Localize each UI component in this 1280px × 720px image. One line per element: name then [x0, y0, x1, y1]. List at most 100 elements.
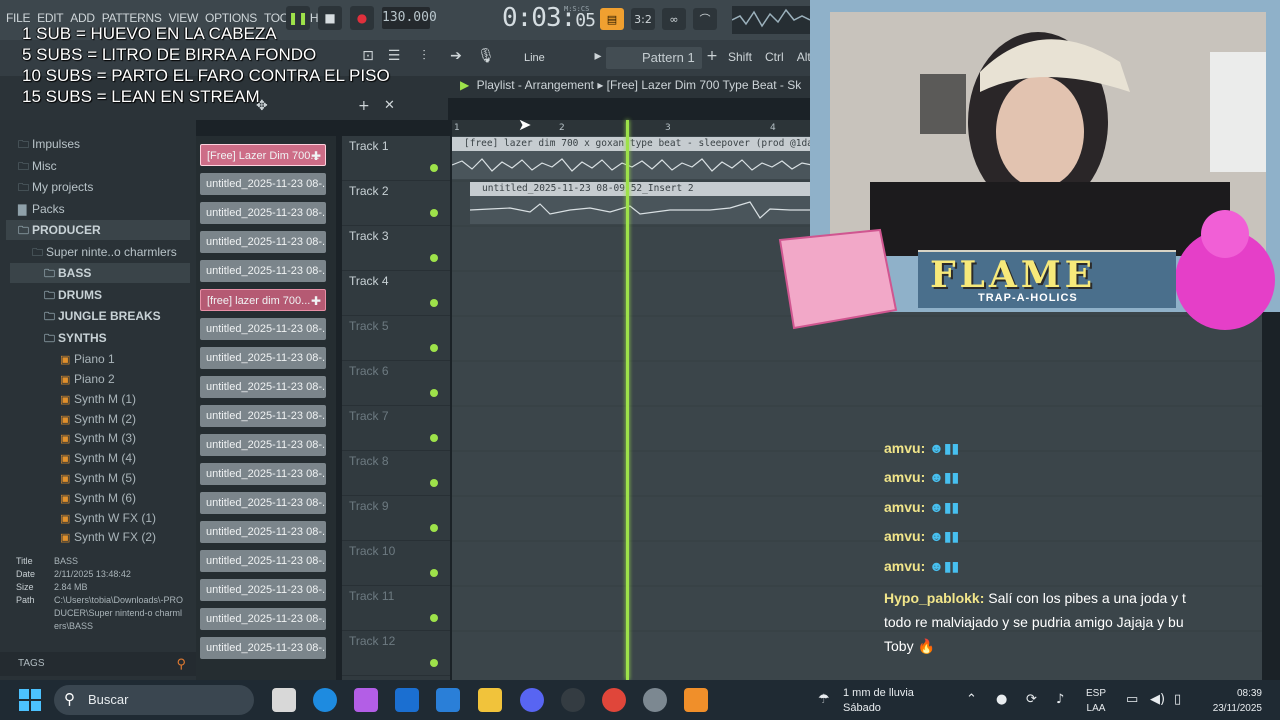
- settings-icon[interactable]: [643, 688, 667, 712]
- track-mute-led[interactable]: [430, 569, 438, 577]
- browser-item-impulses[interactable]: 🗀 Impulses: [18, 134, 208, 154]
- sync-icon[interactable]: ⟳: [1026, 692, 1037, 707]
- browser-item-producer[interactable]: 🗀 PRODUCER: [6, 220, 190, 240]
- track-mute-led[interactable]: [430, 389, 438, 397]
- arrow-right-icon[interactable]: ➔: [446, 48, 466, 68]
- clock-time: 08:39: [1236, 688, 1262, 699]
- picker-clip[interactable]: untitled_2025-11-23 08-...: [200, 405, 326, 427]
- weather-widget[interactable]: 1 mm de lluvia Sábado: [843, 686, 914, 716]
- track-header[interactable]: Track 5: [342, 316, 450, 361]
- tray-app-icon[interactable]: ●: [996, 692, 1007, 707]
- language-indicator[interactable]: ESP LAA: [1086, 686, 1106, 716]
- shift-key[interactable]: Shift: [728, 50, 752, 64]
- picker-clip[interactable]: untitled_2025-11-23 08-...: [200, 608, 326, 630]
- timeline-ruler[interactable]: 1 2 3 4: [452, 120, 812, 136]
- track-header[interactable]: Track 7: [342, 406, 450, 451]
- network-icon[interactable]: ▭: [1126, 692, 1138, 707]
- battery-icon[interactable]: ▯: [1174, 692, 1181, 707]
- playhead[interactable]: [626, 120, 629, 680]
- outlook-icon[interactable]: [395, 688, 419, 712]
- picker-clip[interactable]: untitled_2025-11-23 08-...: [200, 463, 326, 485]
- browser-item-misc[interactable]: 🗀 Misc: [18, 156, 208, 176]
- chevron-up-icon[interactable]: ⌃: [966, 692, 977, 707]
- picker-clip[interactable]: untitled_2025-11-23 08-...: [200, 318, 326, 340]
- browser-item-super-nintendo[interactable]: 🗀 Super ninte..o charmlers: [32, 242, 222, 262]
- track-mute-led[interactable]: [430, 299, 438, 307]
- picker-clip[interactable]: untitled_2025-11-23 08-...: [200, 202, 326, 224]
- weather-icon[interactable]: ☂: [818, 692, 830, 707]
- audio-clip[interactable]: [free] lazer dim 700 x goxan type beat -…: [452, 137, 812, 179]
- picker-clip[interactable]: [Free] Lazer Dim 700... ✚: [200, 144, 326, 166]
- track-header[interactable]: Track 1: [342, 136, 450, 181]
- copilot-icon[interactable]: [354, 688, 378, 712]
- browser-item-packs[interactable]: ▇ Packs: [18, 199, 208, 219]
- picker-clip[interactable]: untitled_2025-11-23 08-...: [200, 637, 326, 659]
- loop-record-icon[interactable]: ∞: [662, 8, 686, 30]
- windows-start-icon[interactable]: [18, 688, 42, 712]
- picker-clip[interactable]: untitled_2025-11-23 08-...: [200, 260, 326, 282]
- track-mute-led[interactable]: [430, 479, 438, 487]
- picker-clip[interactable]: untitled_2025-11-23 08-...: [200, 434, 326, 456]
- playlist-title: ▶ Playlist - Arrangement ▸ [Free] Lazer …: [460, 78, 810, 92]
- microphone-icon[interactable]: 🎙: [476, 48, 496, 68]
- track-mute-led[interactable]: [430, 209, 438, 217]
- picker-clip[interactable]: [free] lazer dim 700... ✚: [200, 289, 326, 311]
- track-mute-led[interactable]: [430, 254, 438, 262]
- playlist-breadcrumb[interactable]: [Free] Lazer Dim 700 Type Beat - Sk: [607, 78, 802, 92]
- snap-selector[interactable]: Line: [502, 48, 580, 68]
- audio-clip[interactable]: untitled_2025-11-23 08-09-52_Insert 2: [470, 182, 812, 224]
- track-mute-led[interactable]: [430, 614, 438, 622]
- obs-icon[interactable]: [561, 688, 585, 712]
- microphone-icon[interactable]: ♪: [1056, 692, 1064, 707]
- picker-clip[interactable]: untitled_2025-11-23 08-...: [200, 376, 326, 398]
- track-header[interactable]: Track 12: [342, 631, 450, 676]
- taskbar-clock[interactable]: 08:39 23/11/2025: [1200, 686, 1262, 716]
- picker-clip[interactable]: untitled_2025-11-23 08-...: [200, 579, 326, 601]
- track-header[interactable]: Track 4: [342, 271, 450, 316]
- weather-line1: 1 mm de lluvia: [843, 687, 914, 699]
- browser-item-bass[interactable]: 🗀 BASS: [10, 263, 190, 283]
- track-header[interactable]: Track 11: [342, 586, 450, 631]
- typing-keyboard-icon[interactable]: ▤: [600, 8, 624, 30]
- picker-clip[interactable]: untitled_2025-11-23 08-...: [200, 521, 326, 543]
- play-pattern-icon[interactable]: ▸: [588, 48, 608, 68]
- chat-user: amvu:: [884, 499, 926, 515]
- track-mute-led[interactable]: [430, 524, 438, 532]
- chrome-icon[interactable]: [602, 688, 626, 712]
- taskbar-search[interactable]: ⚲ Buscar: [54, 685, 254, 715]
- picker-clip[interactable]: untitled_2025-11-23 08-...: [200, 231, 326, 253]
- fl-studio-icon[interactable]: [684, 688, 708, 712]
- add-pattern-icon[interactable]: +: [702, 48, 722, 68]
- track-header[interactable]: Track 2: [342, 181, 450, 226]
- track-header[interactable]: Track 8: [342, 451, 450, 496]
- ctrl-key[interactable]: Ctrl: [765, 50, 784, 64]
- browser-item-my-projects[interactable]: 🗀 My projects: [18, 177, 208, 197]
- edge-icon[interactable]: [313, 688, 337, 712]
- track-mute-led[interactable]: [430, 164, 438, 172]
- volume-icon[interactable]: ◀): [1150, 692, 1165, 707]
- metronome-icon[interactable]: ⌒: [693, 8, 717, 30]
- step-edit-icon[interactable]: 3:2: [631, 8, 655, 30]
- track-mute-led[interactable]: [430, 434, 438, 442]
- task-view-icon[interactable]: [272, 688, 296, 712]
- pattern-selector[interactable]: Pattern 1: [606, 47, 702, 69]
- store-icon[interactable]: [436, 688, 460, 712]
- track-mute-led[interactable]: [430, 344, 438, 352]
- channel-rack-icon[interactable]: ⫶: [414, 48, 434, 68]
- track-header[interactable]: Track 9: [342, 496, 450, 541]
- alt-key[interactable]: Alt: [797, 50, 811, 64]
- picker-clip[interactable]: untitled_2025-11-23 08-...: [200, 550, 326, 572]
- picker-clip[interactable]: untitled_2025-11-23 08-...: [200, 173, 326, 195]
- track-header[interactable]: Track 10: [342, 541, 450, 586]
- discord-icon[interactable]: [520, 688, 544, 712]
- track-header[interactable]: Track 3: [342, 226, 450, 271]
- chat-user: amvu:: [884, 440, 926, 456]
- tag-search-icon[interactable]: ⚲: [176, 652, 186, 676]
- picker-clip[interactable]: untitled_2025-11-23 08-...: [200, 492, 326, 514]
- track-header[interactable]: Track 6: [342, 361, 450, 406]
- picker-clip[interactable]: untitled_2025-11-23 08-...: [200, 347, 326, 369]
- track-mute-led[interactable]: [430, 659, 438, 667]
- search-icon: ⚲: [64, 691, 75, 708]
- flame-banner: FLAME TRAP-A-HOLICS: [918, 250, 1176, 308]
- file-explorer-icon[interactable]: [478, 688, 502, 712]
